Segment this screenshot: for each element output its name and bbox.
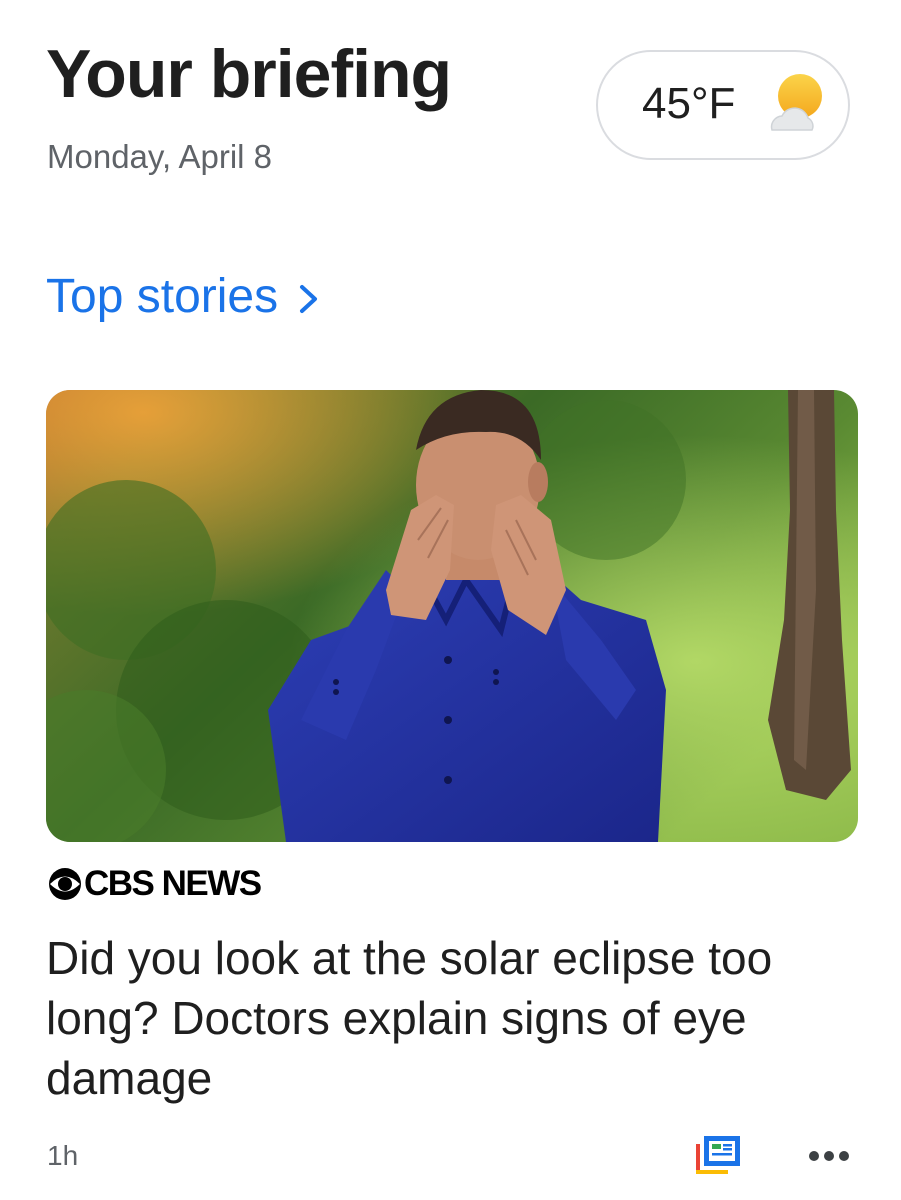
source-name: CBS NEWS <box>84 864 262 903</box>
chevron-right-icon <box>300 284 318 313</box>
partly-sunny-icon <box>770 74 822 131</box>
cbs-eye-logo-icon <box>49 867 81 900</box>
weather-temperature: 45°F <box>642 79 736 128</box>
page-title: Your briefing <box>46 36 452 112</box>
story-timestamp: 1h <box>47 1140 79 1171</box>
story-image[interactable] <box>46 390 858 842</box>
more-options-icon[interactable] <box>806 1148 852 1164</box>
briefing-date: Monday, April 8 <box>47 138 273 175</box>
top-stories-link[interactable]: Top stories <box>46 268 320 326</box>
story-headline[interactable]: Did you look at the solar eclipse too lo… <box>46 928 866 1108</box>
weather-chip[interactable]: 45°F <box>596 50 850 160</box>
section-title: Top stories <box>46 270 279 323</box>
full-coverage-icon[interactable] <box>694 1134 742 1176</box>
source-logo[interactable]: CBS NEWS <box>48 864 262 903</box>
